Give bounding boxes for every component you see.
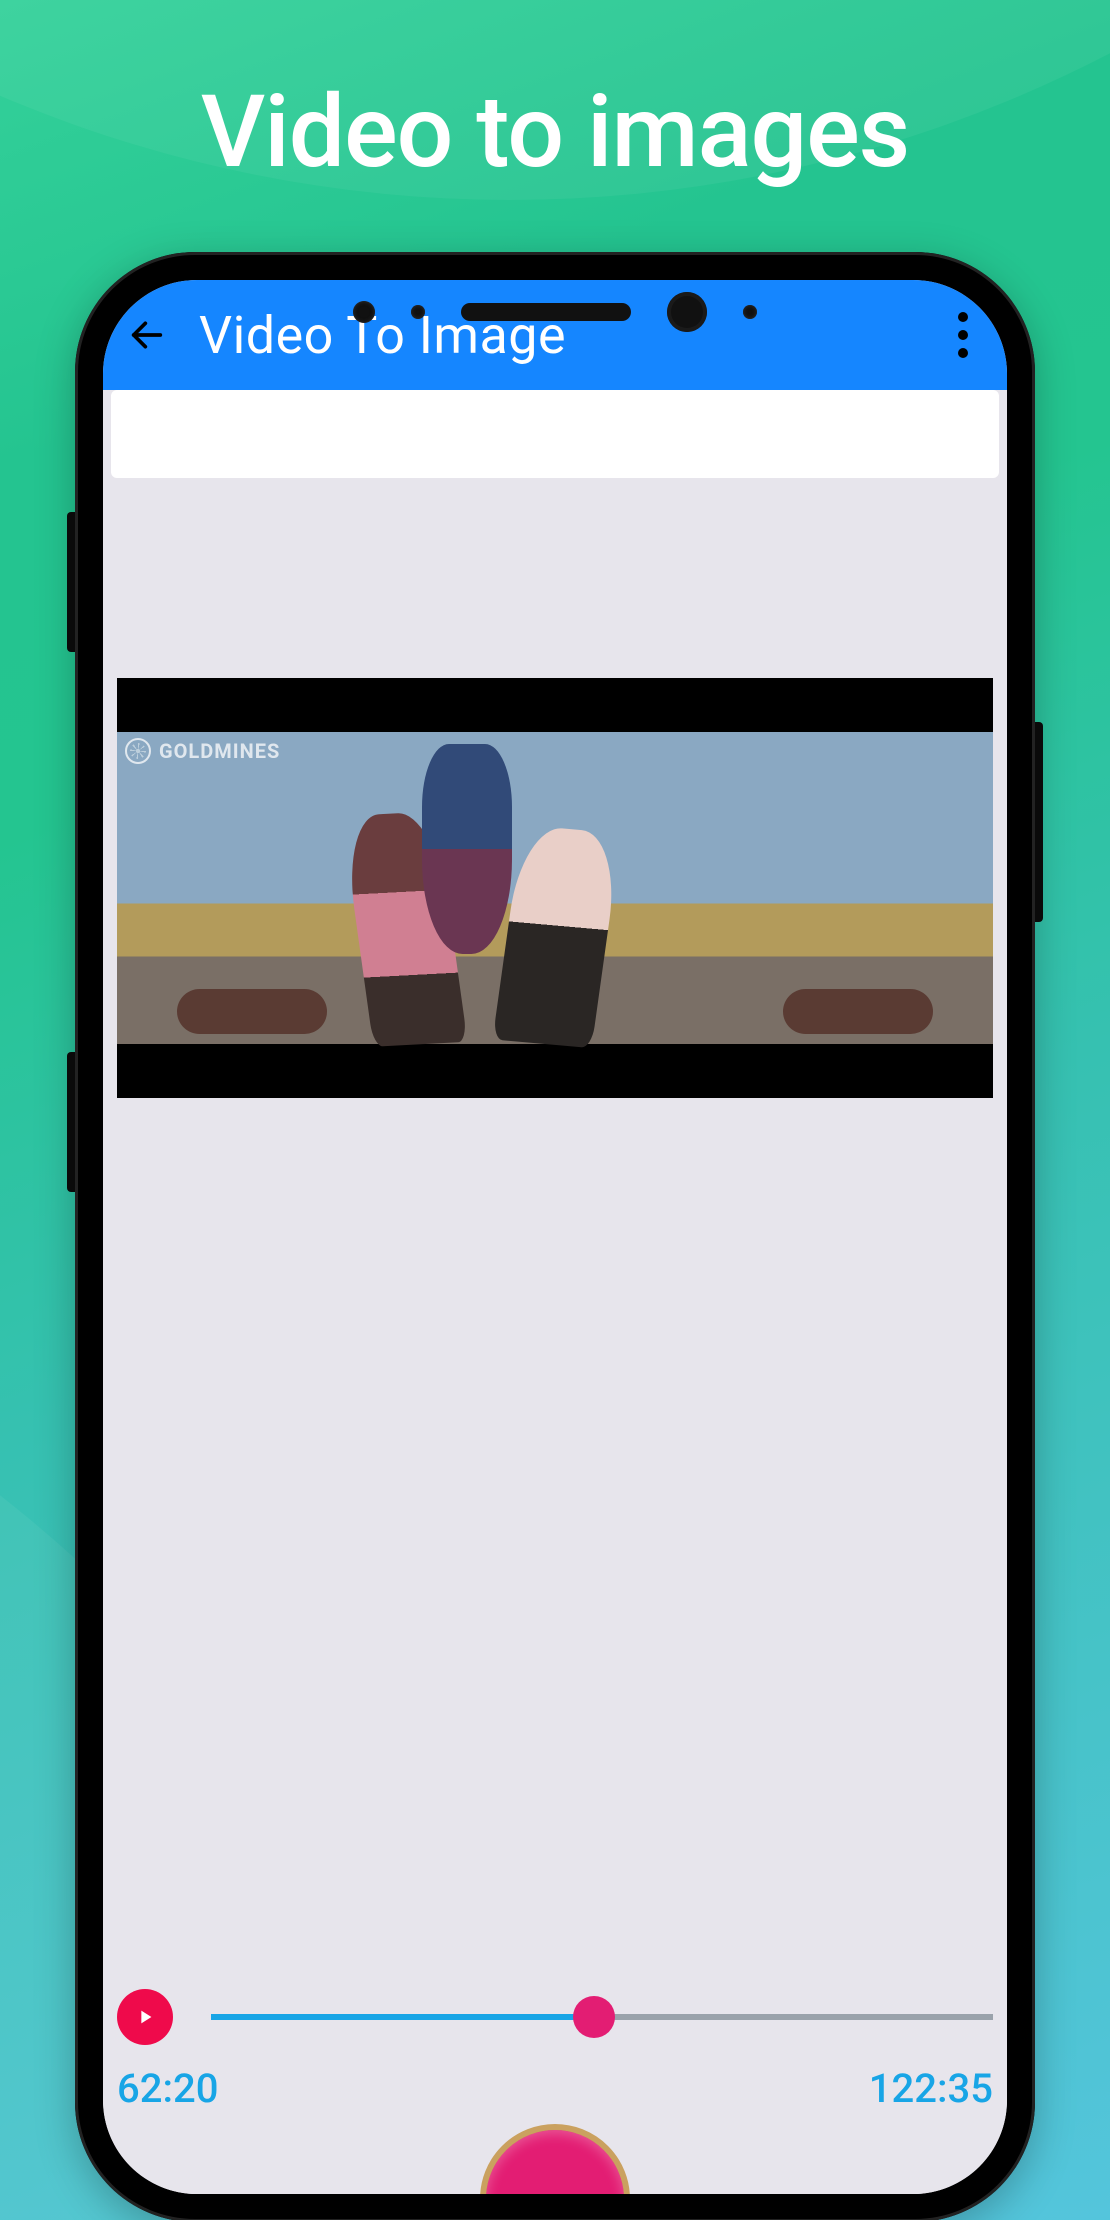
phone-sensors [75,292,1035,332]
watermark-logo-icon [125,738,151,764]
seek-slider[interactable] [211,1989,993,2045]
blank-strip [111,390,999,478]
capture-button[interactable] [480,2124,630,2194]
play-button[interactable] [117,1989,173,2045]
play-icon [134,2006,156,2028]
phone-mockup: Video To Image GOLDMINES [75,252,1035,2220]
phone-screen: Video To Image GOLDMINES [103,280,1007,2194]
marketing-background: Video to images Video To Image [0,0,1110,2220]
seek-thumb[interactable] [573,1996,615,2038]
seek-times: 62:20 122:35 [117,2065,993,2112]
video-preview[interactable]: GOLDMINES [117,678,993,1098]
marketing-headline: Video to images [0,0,1110,191]
watermark-text: GOLDMINES [159,739,280,763]
total-time: 122:35 [869,2065,993,2112]
video-content: GOLDMINES [117,732,993,1044]
current-time: 62:20 [117,2065,218,2112]
video-watermark: GOLDMINES [125,738,280,764]
seek-progress [211,2014,594,2020]
player-controls: 62:20 122:35 [117,1989,993,2112]
content-area: GOLDMINES [103,478,1007,2194]
